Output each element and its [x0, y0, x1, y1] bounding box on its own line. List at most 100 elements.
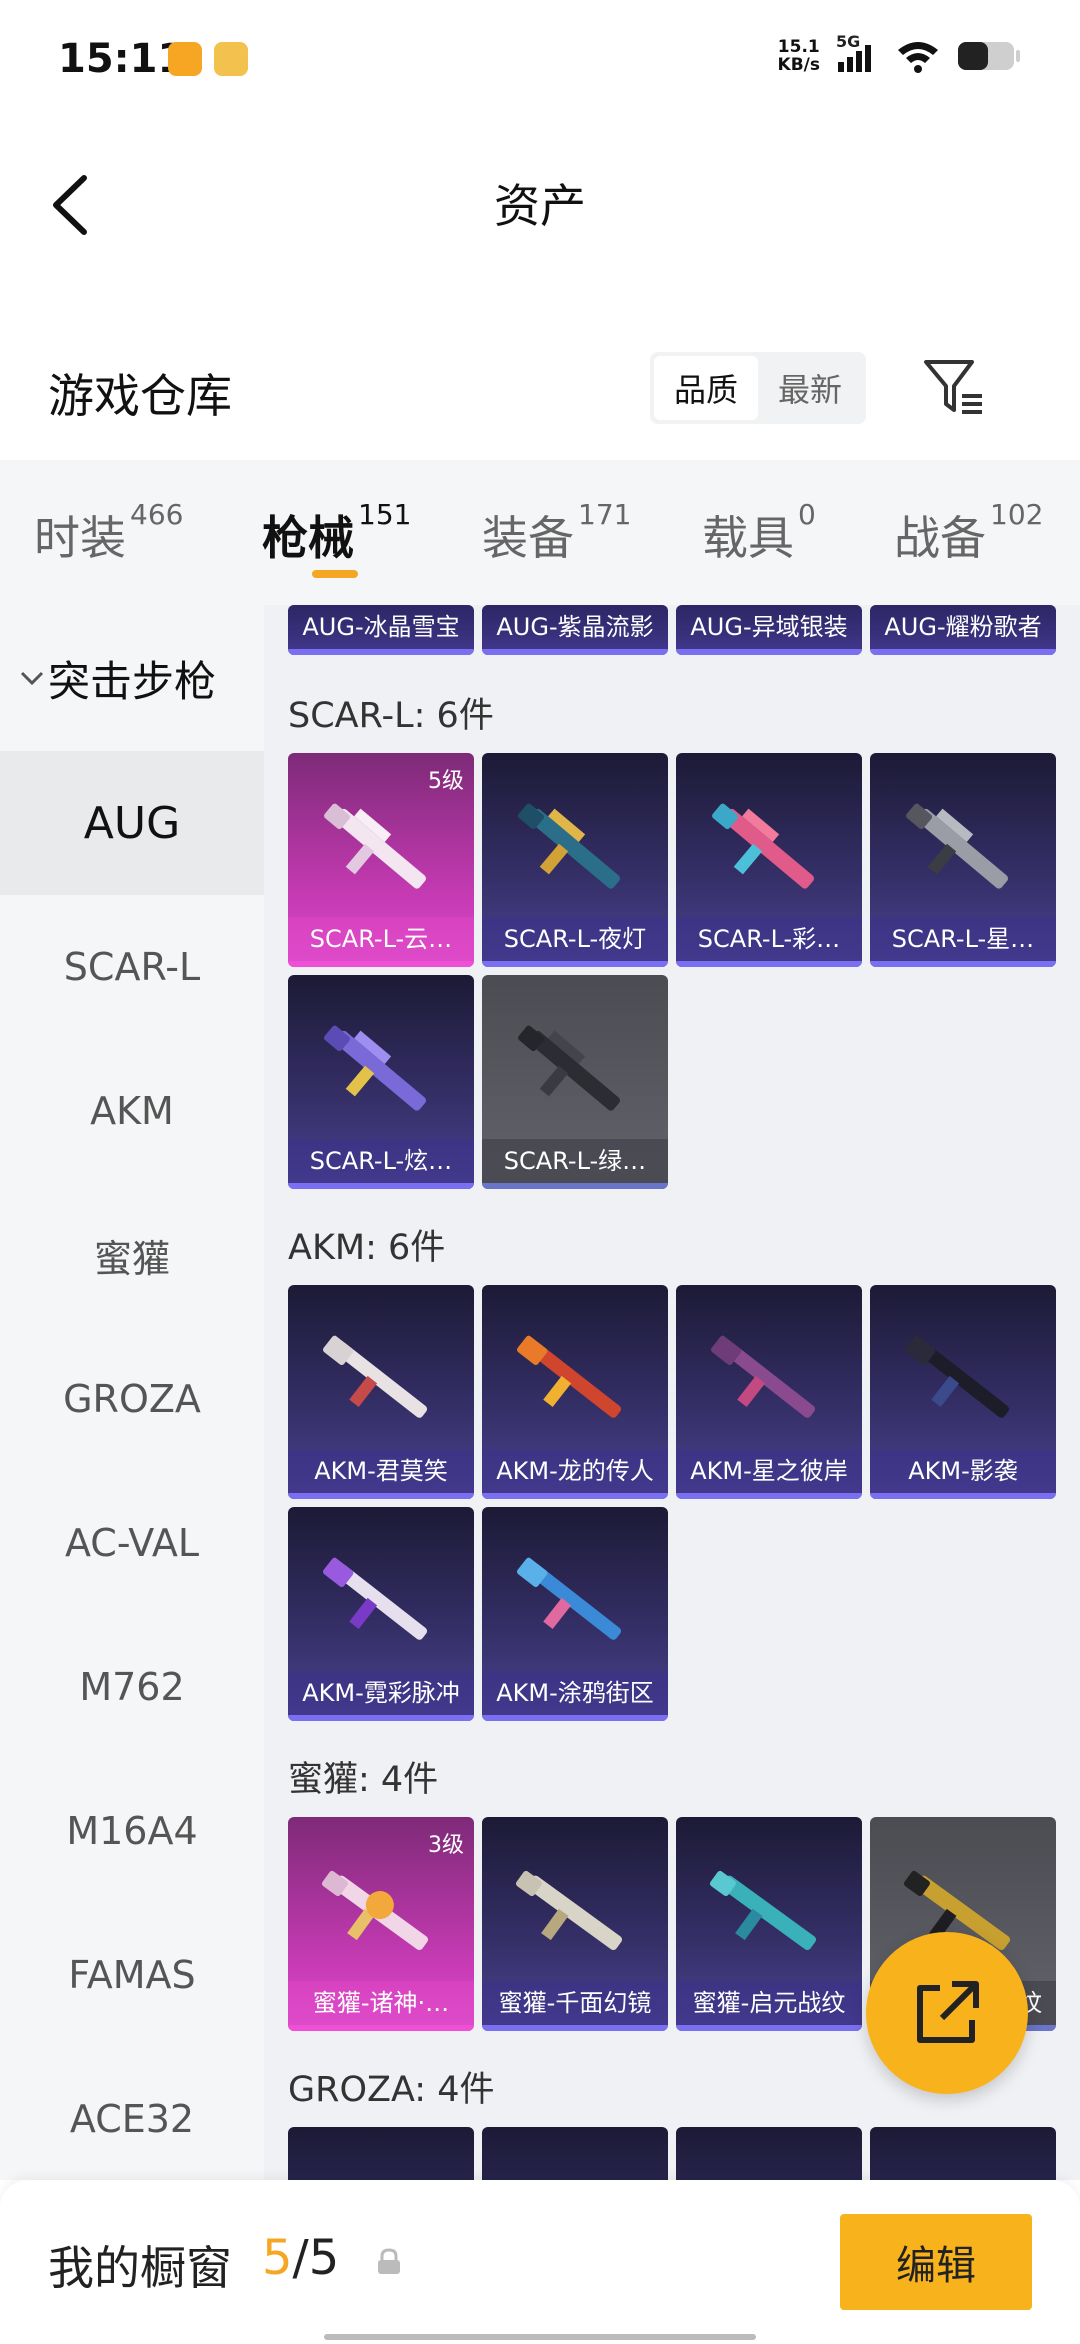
- skin-card[interactable]: AUG-耀粉歌者: [870, 605, 1056, 655]
- skin-card[interactable]: AUG-紫晶流影: [482, 605, 668, 655]
- skin-name: SCAR-L-夜灯: [482, 917, 668, 961]
- status-time: 15:11: [58, 36, 186, 82]
- skin-name: AKM-君莫笑: [288, 1449, 474, 1493]
- skin-card[interactable]: AKM-涂鸦街区: [482, 1507, 668, 1721]
- section-title-scar-l: SCAR-L: 6件: [288, 696, 494, 736]
- skin-name: SCAR-L-炫…: [288, 1139, 474, 1183]
- lock-icon: [378, 2248, 400, 2274]
- edit-button[interactable]: 编辑: [840, 2214, 1032, 2310]
- skin-card[interactable]: [288, 2127, 474, 2180]
- sidebar-item-groza[interactable]: GROZA: [0, 1327, 264, 1471]
- rifle-icon: [518, 1025, 620, 1111]
- rifle-icon: [324, 803, 426, 889]
- category-tabs: 时装 466 枪械 151 装备 171 载具 0 战备 102: [0, 460, 1080, 605]
- tab-vehicles[interactable]: 载具 0: [702, 498, 816, 568]
- rarity-bar: [288, 1715, 474, 1721]
- skin-card[interactable]: 蜜獾-启元战纹: [676, 1817, 862, 2031]
- filter-icon[interactable]: [922, 356, 986, 420]
- skin-card[interactable]: 蜜獾-千面幻镜: [482, 1817, 668, 2031]
- skin-name: AKM-星之彼岸: [676, 1449, 862, 1493]
- tab-fashion[interactable]: 时装 466: [34, 498, 183, 568]
- sort-latest-option[interactable]: 最新: [758, 356, 862, 420]
- sidebar-item-akm[interactable]: AKM: [0, 1039, 264, 1183]
- rarity-bar: [676, 2025, 862, 2031]
- rarity-bar: [870, 961, 1056, 967]
- sidebar-item-famas[interactable]: FAMAS: [0, 1903, 264, 2047]
- skin-name: 蜜獾-启元战纹: [676, 1981, 862, 2025]
- status-bar: 15:11 15.1 KB/s 5G: [0, 0, 1080, 120]
- skin-card[interactable]: SCAR-L-夜灯: [482, 753, 668, 967]
- showcase-total: 5: [308, 2230, 340, 2286]
- skin-name: AKM-影袭: [870, 1449, 1056, 1493]
- showcase-current: 5: [262, 2230, 293, 2286]
- skin-name: AUG-异域银装: [676, 605, 862, 649]
- rarity-bar: [288, 1183, 474, 1189]
- skin-card[interactable]: AKM-龙的传人: [482, 1285, 668, 1499]
- sidebar-item-m16a4[interactable]: M16A4: [0, 1759, 264, 1903]
- skin-name: AUG-紫晶流影: [482, 605, 668, 649]
- skin-card[interactable]: [482, 2127, 668, 2180]
- skin-card[interactable]: SCAR-L-彩…: [676, 753, 862, 967]
- sort-quality-option[interactable]: 品质: [654, 356, 758, 420]
- home-indicator[interactable]: [324, 2334, 756, 2340]
- rarity-bar: [288, 2025, 474, 2031]
- tab-active-indicator: [312, 570, 358, 578]
- skin-name: SCAR-L-绿…: [482, 1139, 668, 1183]
- skin-name: AUG-耀粉歌者: [870, 605, 1056, 649]
- skin-card[interactable]: AKM-影袭: [870, 1285, 1056, 1499]
- weapon-sidebar: 突击步枪 AUG SCAR-L AKM 蜜獾 GROZA AC-VAL M762…: [0, 605, 264, 2180]
- level-badge: 3级: [428, 1833, 464, 1858]
- rifle-icon: [709, 1870, 817, 1951]
- rifle-icon: [515, 1870, 623, 1951]
- sidebar-item-aug[interactable]: AUG: [0, 751, 264, 895]
- rarity-bar: [482, 649, 668, 655]
- skin-card[interactable]: AKM-霓彩脉冲: [288, 1507, 474, 1721]
- tab-equipment[interactable]: 装备 171: [482, 498, 631, 568]
- tab-label: 战备: [894, 511, 986, 565]
- rifle-icon: [710, 1335, 816, 1418]
- sidebar-item-scar-l[interactable]: SCAR-L: [0, 895, 264, 1039]
- skin-card[interactable]: AKM-星之彼岸: [676, 1285, 862, 1499]
- tab-label: 装备: [482, 511, 574, 565]
- wifi-icon: [898, 42, 938, 73]
- rarity-bar: [676, 961, 862, 967]
- skin-card[interactable]: [676, 2127, 862, 2180]
- skin-card[interactable]: 3级 蜜獾-诸神·…: [288, 1817, 474, 2031]
- skin-card[interactable]: AUG-冰晶雪宝: [288, 605, 474, 655]
- rarity-bar: [676, 649, 862, 655]
- tab-label: 载具: [702, 511, 794, 565]
- rifle-icon: [322, 1557, 428, 1640]
- skin-card[interactable]: AUG-异域银装: [676, 605, 862, 655]
- rifle-icon: [321, 1870, 429, 1951]
- skin-card[interactable]: SCAR-L-绿…: [482, 975, 668, 1189]
- skin-card[interactable]: SCAR-L-星…: [870, 753, 1056, 967]
- showcase-separator: /: [292, 2230, 309, 2286]
- skin-name: SCAR-L-星…: [870, 917, 1056, 961]
- sidebar-item-m762[interactable]: M762: [0, 1615, 264, 1759]
- tab-firearms[interactable]: 枪械 151: [262, 498, 411, 568]
- skin-card[interactable]: AKM-君莫笑: [288, 1285, 474, 1499]
- level-badge: 5级: [428, 769, 464, 794]
- rifle-icon: [322, 1335, 428, 1418]
- sidebar-item-ace32[interactable]: ACE32: [0, 2047, 264, 2180]
- share-fab-button[interactable]: [866, 1932, 1028, 2094]
- skin-card[interactable]: [870, 2127, 1056, 2180]
- rarity-bar: [288, 649, 474, 655]
- rarity-bar: [870, 649, 1056, 655]
- warehouse-header: 游戏仓库 品质 最新: [0, 330, 1080, 450]
- section-title-groza: GROZA: 4件: [288, 2070, 495, 2110]
- app-notification-icon: [168, 42, 202, 76]
- sidebar-item-ac-val[interactable]: AC-VAL: [0, 1471, 264, 1615]
- sidebar-group-header[interactable]: 突击步枪: [0, 605, 264, 751]
- skin-card[interactable]: 5级 SCAR-L-云…: [288, 753, 474, 967]
- rifle-icon: [324, 1025, 426, 1111]
- tab-supplies[interactable]: 战备 102: [894, 498, 1043, 568]
- skin-name: AKM-涂鸦街区: [482, 1671, 668, 1715]
- app-notification-icon: [214, 42, 248, 76]
- skin-name: AKM-霓彩脉冲: [288, 1671, 474, 1715]
- skin-name: AKM-龙的传人: [482, 1449, 668, 1493]
- battery-icon: [958, 42, 1020, 70]
- sidebar-item-mihuan[interactable]: 蜜獾: [0, 1183, 264, 1327]
- skin-card[interactable]: SCAR-L-炫…: [288, 975, 474, 1189]
- section-title-akm: AKM: 6件: [288, 1228, 446, 1268]
